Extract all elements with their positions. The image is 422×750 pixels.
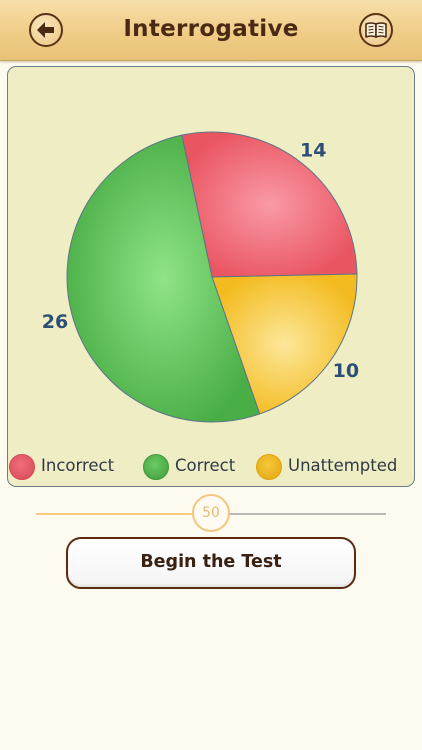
legend-swatch-unattempted — [256, 454, 282, 480]
legend-label-unattempted: Unattempted — [288, 456, 398, 475]
pie-label-correct: 26 — [42, 311, 68, 333]
question-count-slider[interactable]: 50 — [36, 493, 386, 533]
results-pie-chart: 14 10 26 — [42, 131, 359, 423]
slider-track-empty — [230, 513, 386, 515]
slider-track-filled — [36, 513, 192, 515]
pie-slice-incorrect — [181, 131, 358, 278]
begin-test-button[interactable]: Begin the Test — [66, 537, 356, 589]
chart-legend: Incorrect Correct Unattempted — [9, 453, 413, 483]
slider-thumb[interactable]: 50 — [192, 494, 230, 532]
legend-swatch-incorrect — [9, 454, 35, 480]
legend-label-correct: Correct — [175, 456, 236, 475]
pie-label-unattempted: 10 — [333, 360, 359, 382]
legend-label-incorrect: Incorrect — [41, 456, 115, 475]
legend-swatch-correct — [143, 454, 169, 480]
pie-label-incorrect: 14 — [300, 139, 326, 161]
